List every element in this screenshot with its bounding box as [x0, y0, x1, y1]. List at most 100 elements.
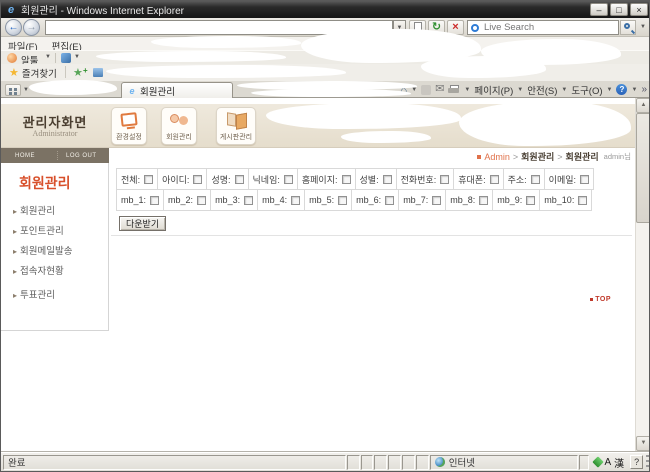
breadcrumb-site[interactable]: Admin	[484, 152, 510, 162]
checkbox[interactable]	[490, 175, 499, 184]
checkbox[interactable]	[526, 196, 535, 205]
tab-member-management[interactable]: e 회원관리	[121, 82, 233, 98]
favorites-label: 즐겨찾기	[22, 66, 57, 80]
filter-label: 홈페이지	[302, 173, 338, 186]
overflow-chevron-icon[interactable]: »	[641, 84, 647, 95]
members-icon	[170, 114, 179, 123]
live-search-box[interactable]	[467, 20, 619, 35]
favorites-button[interactable]: ★ 즐겨찾기	[5, 66, 61, 79]
suggested-sites-icon[interactable]	[93, 68, 103, 77]
sidebar-item[interactable]: 투표관리	[13, 287, 108, 301]
checkbox[interactable]	[193, 175, 202, 184]
monitor-icon	[120, 112, 137, 127]
sidebar-item[interactable]: 포인트관리	[13, 223, 108, 237]
back-button[interactable]: ←	[5, 19, 22, 36]
page-menu[interactable]: 페이지(P)	[474, 83, 513, 97]
account-bar: HOME LOG OUT	[1, 148, 109, 163]
top-link[interactable]: TOP	[590, 296, 611, 303]
search-options-icon[interactable]: ▼	[638, 20, 648, 35]
logout-link[interactable]: LOG OUT	[66, 153, 97, 159]
star-icon: ★	[9, 66, 19, 79]
breadcrumb-crumb[interactable]: 회원관리	[566, 150, 599, 163]
scrollbar-thumb[interactable]	[636, 113, 650, 223]
header-button-members[interactable]: 회원관리	[161, 107, 197, 145]
minimize-button[interactable]: –	[590, 3, 608, 16]
filter-label: 전화번호	[401, 173, 437, 186]
checkbox[interactable]	[385, 196, 394, 205]
help-dropdown-icon: ▼	[631, 87, 637, 93]
checkbox[interactable]	[235, 175, 244, 184]
resize-grip[interactable]	[646, 455, 649, 469]
breadcrumb-separator: >	[513, 152, 518, 162]
redaction-blob	[106, 65, 346, 78]
search-input[interactable]	[482, 21, 592, 34]
maximize-button[interactable]: □	[610, 3, 628, 16]
addon-tool-dropdown-icon[interactable]: ▼	[74, 54, 80, 60]
zone-label: 인터넷	[449, 455, 475, 469]
sidebar-title: 회원관리	[19, 173, 108, 193]
breadcrumb-crumb[interactable]: 회원관리	[521, 150, 554, 163]
checkbox[interactable]	[531, 175, 540, 184]
redaction-blob	[29, 80, 117, 95]
print-icon[interactable]	[448, 85, 460, 94]
checkbox[interactable]	[150, 196, 159, 205]
filter-label: mb_9	[497, 195, 522, 205]
safety-menu[interactable]: 안전(S)	[527, 83, 557, 97]
checkbox[interactable]	[440, 175, 449, 184]
checkbox[interactable]	[578, 196, 587, 205]
filter-label: mb_3	[215, 195, 240, 205]
checkbox[interactable]	[432, 196, 441, 205]
quick-tabs-icon[interactable]	[5, 84, 21, 96]
internet-globe-icon	[435, 457, 445, 467]
download-button[interactable]: 다운받기	[119, 216, 166, 231]
home-link[interactable]: HOME	[15, 153, 35, 159]
status-panel	[388, 455, 401, 470]
filter-cell: mb_10	[539, 189, 592, 211]
checkbox[interactable]	[244, 196, 253, 205]
status-panel	[416, 455, 429, 470]
checkbox[interactable]	[580, 175, 589, 184]
checkbox[interactable]	[197, 196, 206, 205]
filter-label: mb_2	[168, 195, 193, 205]
tab-list-dropdown-icon[interactable]: ▼	[23, 87, 29, 93]
status-panel	[347, 455, 360, 470]
sidebar-item[interactable]: 회원관리	[13, 203, 108, 217]
ime-hanja-label[interactable]: 漢	[614, 455, 624, 470]
filter-cell: 이메일	[544, 168, 594, 190]
breadcrumb: Admin > 회원관리 > 회원관리 admin님	[477, 150, 631, 163]
checkbox[interactable]	[291, 196, 300, 205]
tools-menu[interactable]: 도구(O)	[571, 83, 602, 97]
add-favorite-icon[interactable]: ★	[73, 66, 83, 79]
addon-dropdown-icon[interactable]: ▼	[45, 54, 51, 60]
checkbox[interactable]	[342, 175, 351, 184]
search-button[interactable]	[620, 20, 636, 35]
sidebar-item[interactable]: 접속자현황	[13, 263, 108, 277]
help-icon[interactable]: ?	[616, 84, 627, 95]
mail-icon[interactable]: ✉	[435, 84, 444, 95]
checkbox[interactable]	[284, 175, 293, 184]
sidebar-item[interactable]: 회원메일발송	[13, 243, 108, 257]
checkbox[interactable]	[338, 196, 347, 205]
rss-feed-icon[interactable]	[421, 85, 431, 95]
filter-cell: mb_8	[445, 189, 493, 211]
filter-cell: mb_2	[163, 189, 211, 211]
checkbox[interactable]	[479, 196, 488, 205]
status-panel	[374, 455, 387, 470]
forward-button[interactable]: →	[23, 19, 40, 36]
filter-label: 성명	[211, 173, 230, 186]
browser-window: e 회원관리 - Windows Internet Explorer – □ ×…	[0, 0, 650, 472]
close-button[interactable]: ×	[630, 3, 648, 16]
checkbox[interactable]	[383, 175, 392, 184]
print-dropdown-icon[interactable]: ▼	[464, 87, 470, 93]
addon-tool-icon[interactable]	[61, 53, 71, 63]
divider	[111, 235, 632, 236]
header-button-settings[interactable]: 환경설정	[111, 107, 147, 145]
filter-label: mb_7	[403, 195, 428, 205]
ime-mode-label[interactable]: A	[605, 457, 612, 468]
scroll-up-icon[interactable]: ▲	[636, 98, 650, 113]
checkbox[interactable]	[144, 175, 153, 184]
scroll-down-icon[interactable]: ▼	[636, 436, 650, 451]
ime-help-icon[interactable]: ?	[630, 455, 643, 469]
vertical-scrollbar[interactable]: ▲ ▼	[635, 98, 650, 451]
header-button-board[interactable]: 게시판관리	[216, 107, 256, 145]
